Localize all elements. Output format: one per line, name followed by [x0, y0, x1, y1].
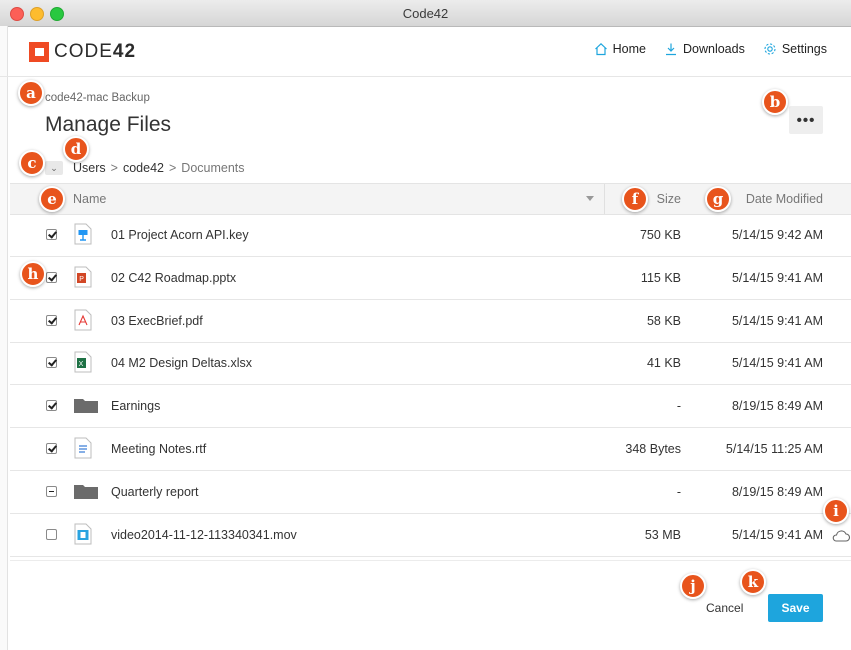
table-row[interactable]: 03 ExecBrief.pdf 58 KB 5/14/15 9:41 AM — [10, 300, 851, 343]
nav-settings[interactable]: Settings — [763, 42, 827, 56]
callout-i: i — [823, 498, 849, 524]
keynote-icon — [74, 223, 92, 245]
svg-text:X: X — [79, 361, 84, 368]
title-bar: Code42 — [0, 0, 851, 27]
file-size: 750 KB — [639, 228, 681, 242]
callout-f: f — [622, 186, 648, 212]
file-size: 115 KB — [640, 270, 681, 285]
file-size: 53 MB — [644, 527, 681, 542]
date-modified: 5/14/15 9:42 AM — [731, 228, 823, 242]
date-modified: 5/14/15 9:41 AM — [731, 356, 823, 371]
column-header-name[interactable]: Name — [73, 192, 106, 206]
table-row[interactable]: Quarterly report - 8/19/15 8:49 AM — [10, 471, 851, 514]
file-size: - — [676, 399, 681, 414]
callout-b: b — [762, 89, 788, 115]
callout-g: g — [705, 186, 731, 212]
file-name[interactable]: 03 ExecBrief.pdf — [111, 314, 203, 328]
more-options-button[interactable]: ••• — [789, 106, 823, 134]
pdf-icon — [74, 309, 92, 331]
chevron-down-icon: ⌄ — [50, 162, 58, 173]
file-name[interactable]: Meeting Notes.rtf — [111, 442, 206, 456]
nav-settings-label: Settings — [781, 42, 827, 56]
callout-j: j — [680, 573, 706, 599]
row-checkbox[interactable] — [46, 485, 57, 497]
row-checkbox[interactable] — [46, 443, 57, 454]
row-checkbox[interactable] — [46, 528, 57, 540]
powerpoint-icon: P — [74, 266, 92, 288]
breadcrumb: ⌄ Users > code42 > Documents — [45, 161, 245, 175]
collapse-toggle[interactable]: ⌄ — [45, 161, 63, 175]
table-row[interactable]: Meeting Notes.rtf 348 Bytes 5/14/15 11:25 … — [10, 428, 851, 471]
row-checkbox[interactable] — [46, 357, 57, 369]
nav-downloads[interactable]: Downloads — [664, 42, 745, 56]
file-name[interactable]: 02 C42 Roadmap.pptx — [111, 271, 236, 285]
column-header-date-modified[interactable]: Date Modified — [746, 192, 823, 206]
file-size: 41 KB — [646, 356, 681, 371]
date-modified: 8/19/15 8:49 AM — [731, 484, 823, 499]
nav-downloads-label: Downloads — [682, 42, 745, 56]
text-doc-icon — [74, 437, 92, 459]
gear-icon — [764, 43, 776, 55]
row-checkbox[interactable] — [46, 400, 57, 412]
sort-arrow-icon[interactable] — [586, 196, 594, 201]
logo-text: CODE42 — [54, 41, 137, 62]
nav-home[interactable]: Home — [594, 42, 646, 56]
file-name[interactable]: 01 Project Acorn API.key — [111, 228, 249, 242]
file-size: - — [676, 484, 681, 499]
logo-mark-icon — [29, 42, 49, 62]
date-modified: 5/14/15 9:41 AM — [731, 270, 823, 285]
home-icon — [594, 42, 607, 56]
file-size: 58 KB — [646, 313, 681, 328]
date-modified: 8/19/15 8:49 AM — [731, 399, 823, 414]
app-header: CODE42 Home Downloads Settings — [0, 26, 851, 77]
breadcrumb-code42[interactable]: code42 — [123, 161, 164, 175]
backup-subtitle: code42-mac Backup — [45, 92, 150, 104]
file-name[interactable]: video2014-11-12-113340341.mov — [111, 528, 297, 542]
file-name[interactable]: 04 M2 Design Deltas.xlsx — [111, 356, 252, 370]
breadcrumb-users[interactable]: Users — [73, 161, 106, 175]
folder-icon — [74, 394, 98, 416]
table-row[interactable]: X 04 M2 Design Deltas.xlsx 41 KB 5/14/15 9:… — [10, 342, 851, 386]
callout-a: a — [18, 80, 44, 106]
file-name[interactable]: Earnings — [111, 399, 160, 413]
page-title: Manage Files — [45, 113, 172, 136]
callout-e: e — [39, 186, 65, 212]
top-nav: Home Downloads Settings — [576, 42, 827, 56]
table-row[interactable]: Earnings - 8/19/15 8:49 AM — [10, 385, 851, 429]
column-header-size[interactable]: Size — [657, 192, 681, 206]
callout-c: c — [19, 150, 45, 176]
breadcrumb-separator: > — [168, 161, 177, 175]
breadcrumb-separator: > — [110, 161, 118, 175]
file-name[interactable]: Quarterly report — [111, 485, 199, 499]
cloud-icon[interactable] — [831, 529, 851, 543]
nav-home-label: Home — [612, 42, 646, 56]
folder-icon — [74, 480, 98, 502]
table-row[interactable]: 01 Project Acorn API.key 750 KB 5/14/15 9:… — [10, 214, 851, 257]
save-button[interactable]: Save — [768, 594, 823, 622]
code42-logo[interactable]: CODE42 — [29, 41, 137, 62]
column-divider — [604, 184, 605, 214]
date-modified: 5/14/15 9:41 AM — [731, 527, 823, 542]
app-window: Code42 CODE42 Home Downloads Settings co… — [0, 0, 851, 650]
cancel-button[interactable]: Cancel — [706, 601, 743, 615]
row-checkbox[interactable] — [46, 314, 57, 326]
callout-d: d — [63, 136, 89, 162]
callout-k: k — [740, 569, 766, 595]
footer-divider — [10, 560, 851, 561]
callout-h: h — [20, 261, 46, 287]
video-icon — [74, 523, 92, 545]
svg-text:P: P — [79, 276, 84, 283]
excel-icon: X — [74, 351, 92, 373]
date-modified: 5/14/15 9:41 AM — [731, 313, 823, 328]
window-left-edge — [0, 26, 8, 650]
table-row[interactable]: P 02 C42 Roadmap.pptx 115 KB 5/14/15 9:41 A… — [10, 257, 851, 300]
file-size: 348 Bytes — [625, 442, 681, 456]
download-icon — [665, 43, 676, 56]
row-checkbox[interactable] — [46, 271, 57, 283]
table-row[interactable]: video2014-11-12-113340341.mov 53 MB 5/14/1… — [10, 514, 851, 557]
breadcrumb-documents: Documents — [181, 161, 245, 175]
window-title: Code42 — [402, 6, 449, 21]
row-checkbox[interactable] — [46, 229, 57, 240]
date-modified: 5/14/15 11:25 AM — [725, 442, 823, 456]
